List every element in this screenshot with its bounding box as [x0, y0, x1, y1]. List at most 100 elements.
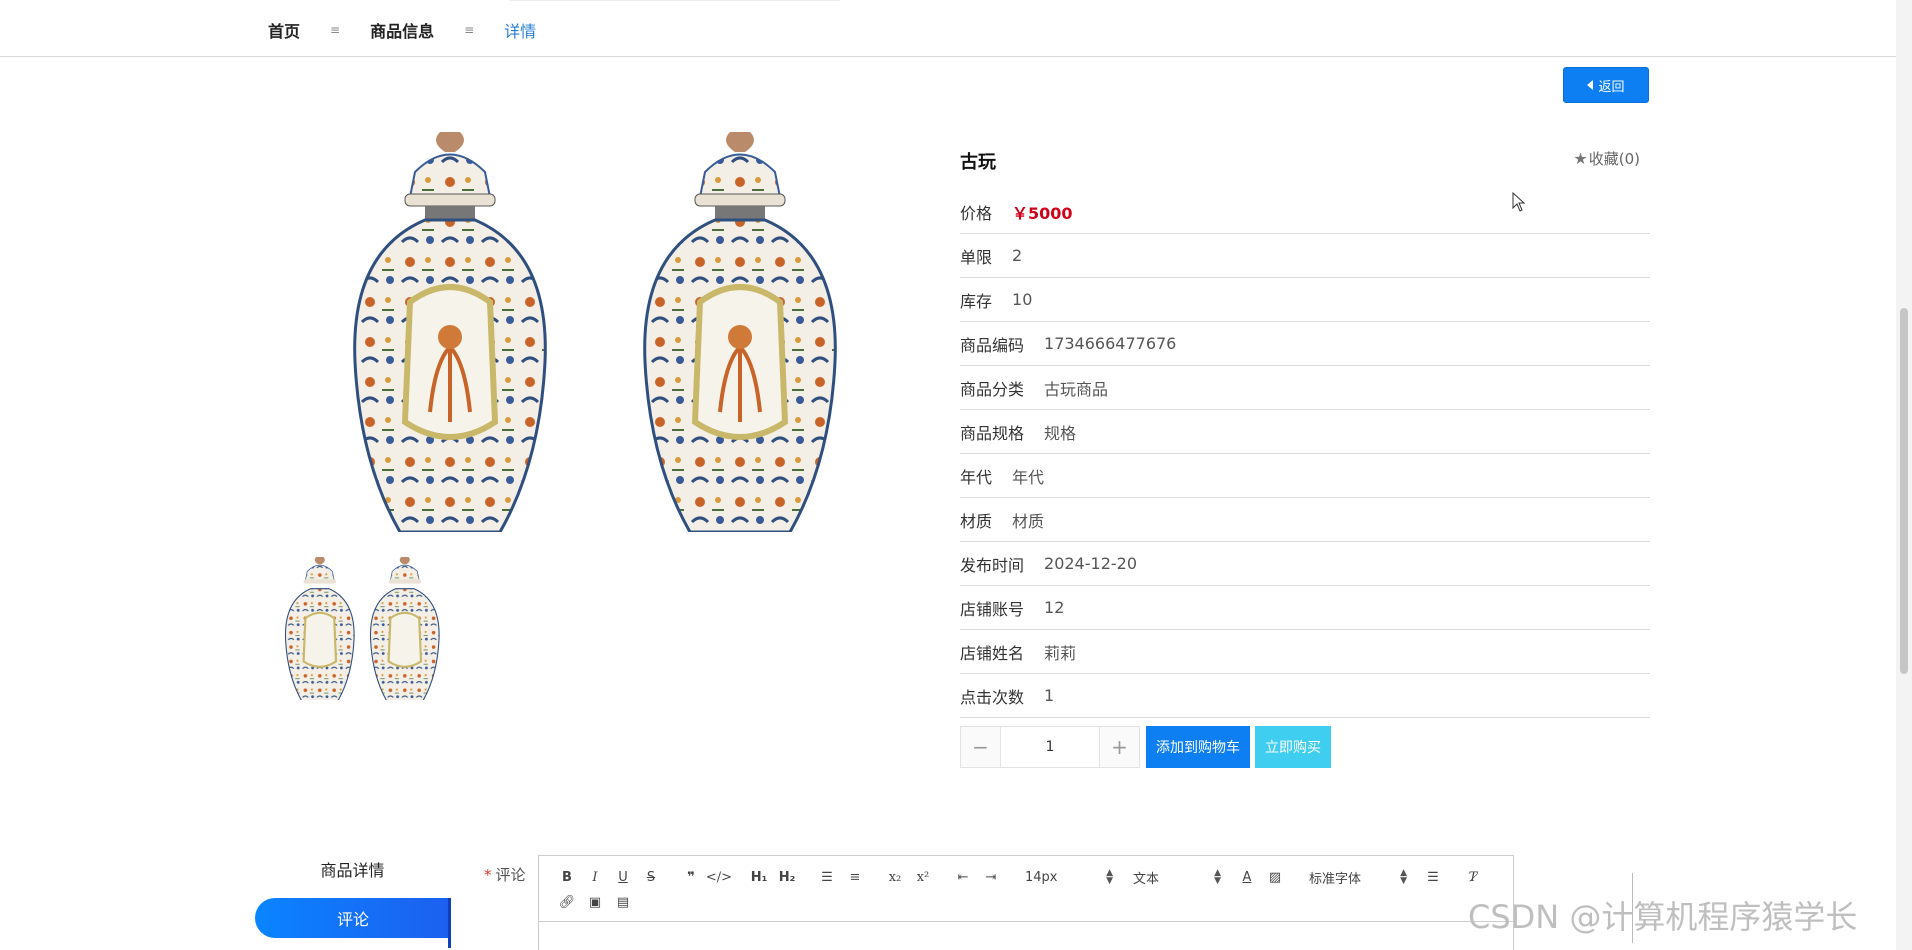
tab-product-detail[interactable]: 商品详情 — [255, 856, 450, 886]
tab-active-edge — [448, 898, 451, 948]
breadcrumb-separator-icon: ≡ — [464, 23, 475, 37]
field-row-era: 年代 年代 — [960, 454, 1650, 498]
field-value: 材质 — [1012, 511, 1045, 531]
field-label: 库存 — [960, 291, 993, 311]
toolbar-row-2: 🔗︎ ▣ ▤ — [553, 891, 637, 913]
font-size-select[interactable]: 14px ▲ ▼ — [1017, 866, 1113, 888]
heading-type-select[interactable]: 文本 ▲ ▼ — [1125, 866, 1221, 888]
mouse-cursor-icon — [1512, 192, 1526, 212]
breadcrumb-detail: 详情 — [504, 22, 537, 41]
field-row-price: 价格 ￥5000 — [960, 190, 1650, 234]
field-value: 莉莉 — [1044, 643, 1077, 663]
field-label: 店铺账号 — [960, 599, 1025, 619]
top-nav-bar: 首页 ≡ 商品信息 ≡ 详情 — [0, 0, 1896, 57]
field-row-limit: 单限 2 — [960, 234, 1650, 278]
field-row-code: 商品编码 1734666477676 — [960, 322, 1650, 366]
field-label: 点击次数 — [960, 687, 1025, 707]
back-button[interactable]: 返回 — [1563, 67, 1649, 103]
scrollbar-thumb[interactable] — [1900, 308, 1908, 674]
field-row-shop-account: 店铺账号 12 — [960, 586, 1650, 630]
field-value: 规格 — [1044, 423, 1077, 443]
star-icon: ★ — [1573, 149, 1588, 168]
blockquote-icon[interactable]: ❞ — [677, 866, 705, 888]
tab-comment-label: 评论 — [336, 910, 369, 929]
field-value: 12 — [1044, 598, 1065, 617]
heading-type-value: 文本 — [1133, 871, 1160, 887]
subscript-icon[interactable]: x₂ — [881, 866, 909, 888]
field-row-material: 材质 材质 — [960, 498, 1650, 542]
ordered-list-icon[interactable]: ☰ — [813, 866, 841, 888]
comment-label-text: 评论 — [495, 866, 526, 884]
field-row-stock: 库存 10 — [960, 278, 1650, 322]
bullet-list-icon[interactable]: ≡ — [841, 866, 869, 888]
breadcrumb-home[interactable]: 首页 — [268, 18, 300, 42]
field-label: 材质 — [960, 511, 993, 531]
toolbar-row-1: B I U S ❞ </> H₁ H₂ ☰ ≡ x₂ x² ⇤ ⇥ 14px ▲… — [553, 866, 1487, 888]
field-value: 1 — [1044, 686, 1055, 705]
field-value: 2 — [1012, 246, 1023, 265]
select-arrows-icon: ▲ ▼ — [1106, 868, 1113, 886]
field-label: 商品编码 — [960, 335, 1025, 355]
code-block-icon[interactable]: </> — [705, 866, 733, 888]
font-family-select[interactable]: 标准字体 ▲ ▼ — [1301, 866, 1407, 888]
align-icon[interactable]: ☰ — [1419, 866, 1447, 888]
comment-field-label: * 评论 — [484, 864, 526, 885]
product-field-list: 价格 ￥5000 单限 2 库存 10 商品编码 1734666477676 商… — [960, 190, 1650, 718]
field-label: 店铺姓名 — [960, 643, 1025, 663]
heading-1-icon[interactable]: H₁ — [745, 866, 773, 888]
field-label: 单限 — [960, 247, 993, 267]
field-value: 10 — [1012, 290, 1033, 309]
tab-comment[interactable]: 评论 — [255, 898, 451, 948]
vase-right — [643, 132, 837, 532]
quantity-input[interactable]: 1 — [1001, 727, 1099, 767]
field-label: 价格 — [960, 203, 993, 223]
italic-icon[interactable]: I — [581, 866, 609, 888]
page-scrollbar[interactable] — [1896, 0, 1912, 950]
outdent-icon[interactable]: ⇤ — [949, 866, 977, 888]
select-arrows-icon: ▲ ▼ — [1214, 868, 1221, 886]
field-value: 古玩商品 — [1044, 379, 1109, 399]
field-row-spec: 商品规格 规格 — [960, 410, 1650, 454]
bold-icon[interactable]: B — [553, 866, 581, 888]
favorite-button[interactable]: ★ 收藏(0) — [1573, 148, 1640, 169]
vase-left — [353, 132, 547, 532]
comment-rich-text-editor[interactable]: B I U S ❞ </> H₁ H₂ ☰ ≡ x₂ x² ⇤ ⇥ 14px ▲… — [538, 855, 1514, 950]
field-value: 年代 — [1012, 467, 1045, 487]
clear-format-icon[interactable]: T̷ — [1459, 866, 1487, 888]
heading-2-icon[interactable]: H₂ — [773, 866, 801, 888]
quantity-stepper: − 1 + — [960, 726, 1140, 768]
back-button-label: 返回 — [1598, 79, 1625, 95]
product-thumbnail[interactable] — [270, 555, 440, 700]
superscript-icon[interactable]: x² — [909, 866, 937, 888]
font-color-icon[interactable]: A — [1233, 866, 1261, 888]
field-label: 年代 — [960, 467, 993, 487]
field-label: 发布时间 — [960, 555, 1025, 575]
breadcrumb-product-info[interactable]: 商品信息 — [370, 18, 434, 42]
quantity-decrease-button[interactable]: − — [961, 727, 1001, 767]
field-row-clicks: 点击次数 1 — [960, 674, 1650, 718]
add-to-cart-button[interactable]: 添加到购物车 — [1146, 726, 1250, 768]
indent-icon[interactable]: ⇥ — [977, 866, 1005, 888]
product-title: 古玩 — [960, 152, 996, 173]
favorite-label: 收藏(0) — [1588, 150, 1640, 168]
link-icon[interactable]: 🔗︎ — [553, 891, 581, 913]
font-family-value: 标准字体 — [1309, 871, 1362, 887]
field-value: 2024-12-20 — [1044, 554, 1137, 573]
field-row-category: 商品分类 古玩商品 — [960, 366, 1650, 410]
font-size-value: 14px — [1025, 869, 1058, 885]
strikethrough-icon[interactable]: S — [637, 866, 665, 888]
background-color-icon[interactable]: ▨ — [1261, 866, 1289, 888]
watermark: CSDN @计算机程序猿学长 — [1468, 898, 1858, 936]
video-icon[interactable]: ▤ — [609, 891, 637, 913]
select-arrows-icon: ▲ ▼ — [1400, 868, 1407, 886]
field-row-publish-time: 发布时间 2024-12-20 — [960, 542, 1650, 586]
required-mark: * — [484, 866, 492, 884]
underline-icon[interactable]: U — [609, 866, 637, 888]
quantity-increase-button[interactable]: + — [1099, 727, 1139, 767]
editor-toolbar: B I U S ❞ </> H₁ H₂ ☰ ≡ x₂ x² ⇤ ⇥ 14px ▲… — [539, 856, 1513, 922]
breadcrumb: 首页 ≡ 商品信息 ≡ 详情 — [268, 18, 536, 42]
field-label: 商品规格 — [960, 423, 1025, 443]
buy-now-button[interactable]: 立即购买 — [1255, 726, 1331, 768]
top-divider — [510, 0, 840, 4]
image-icon[interactable]: ▣ — [581, 891, 609, 913]
